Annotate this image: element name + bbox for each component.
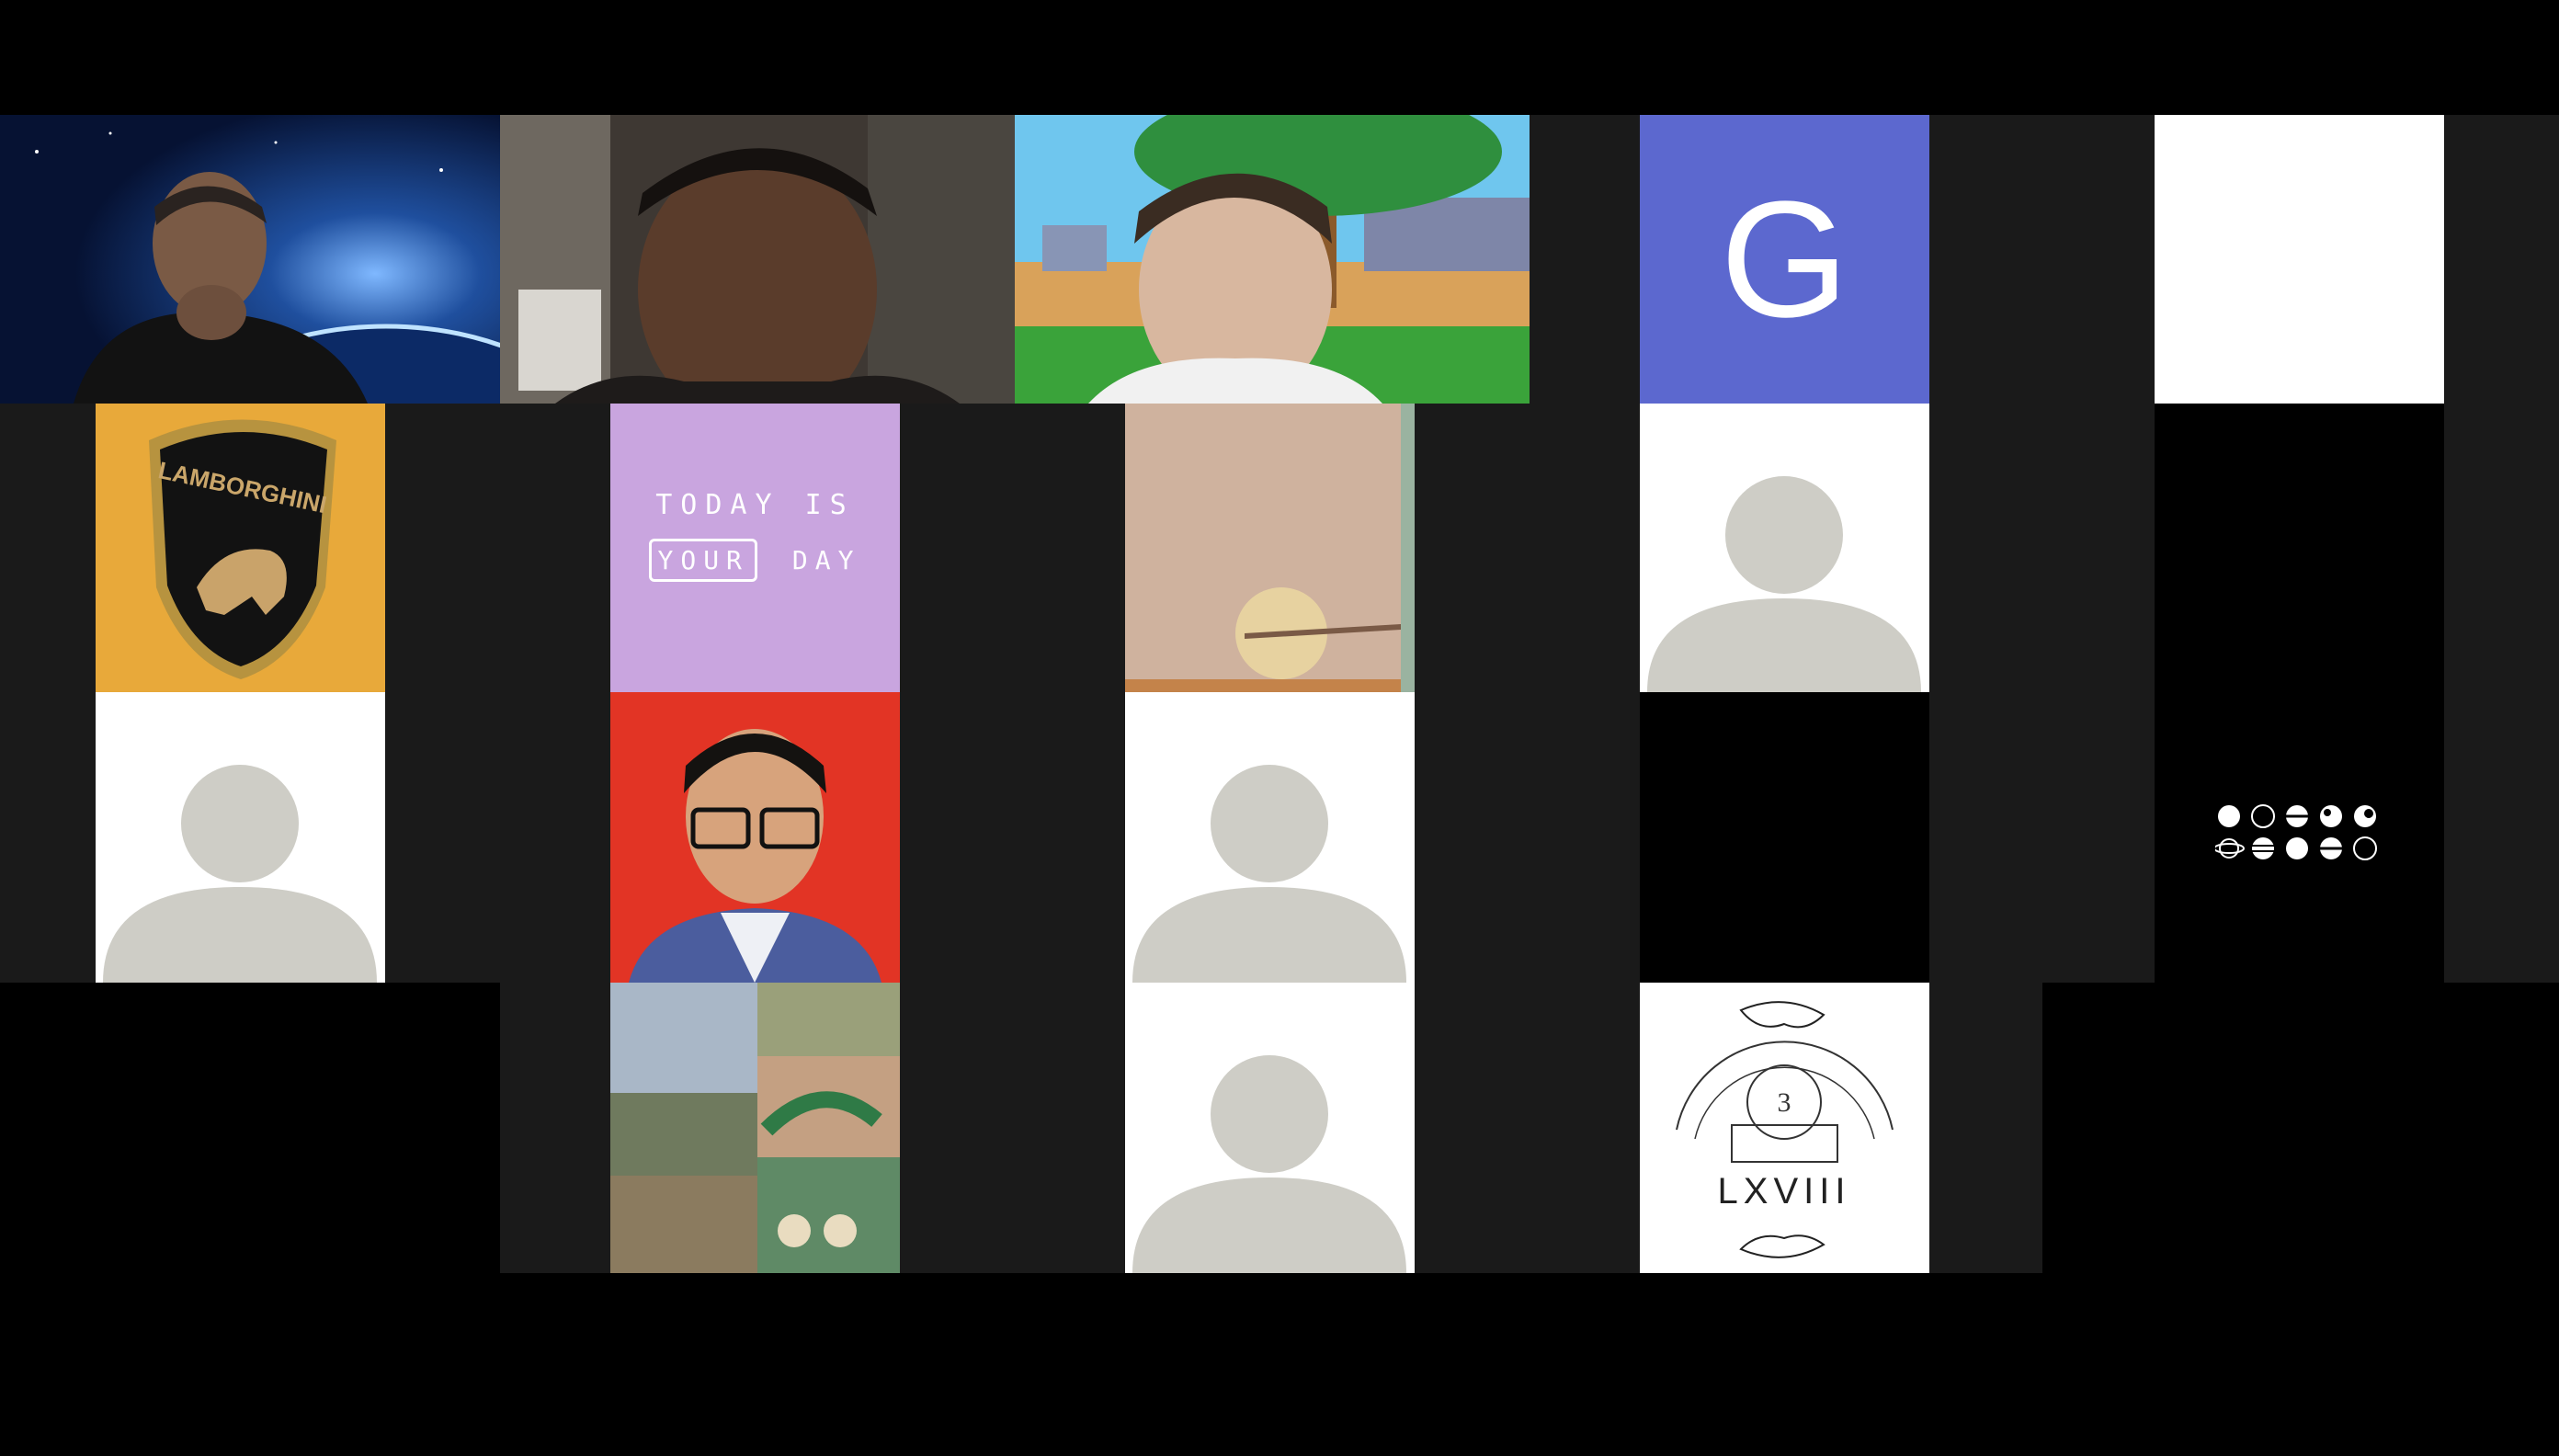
video-tile-cartoon-background[interactable] [1015, 115, 1530, 404]
emblem-number: 3 [1778, 1087, 1791, 1118]
planet-icons [2215, 802, 2390, 867]
collage-photo-tile[interactable] [610, 983, 900, 1273]
lamborghini-logo-tile[interactable]: LAMBORGHINI [96, 404, 385, 692]
avatar-tile-letter[interactable]: G [1640, 115, 1929, 404]
video-off-tile[interactable] [2155, 404, 2444, 983]
sand-photo-tile[interactable] [1125, 404, 1415, 692]
card-line-2-rest: DAY [791, 545, 861, 575]
today-is-your-day-card[interactable]: TODAY IS YOUR DAY [610, 404, 900, 692]
default-avatar-tile[interactable] [96, 692, 385, 983]
default-avatar-tile[interactable] [1640, 404, 1929, 692]
portrait-photo-tile[interactable] [610, 692, 900, 983]
avatar-letter: G [1720, 166, 1849, 352]
blank-white-tile[interactable] [2155, 115, 2444, 404]
video-tile-dark-room[interactable] [500, 115, 1015, 404]
emblem-numeral: LXVIII [1718, 1171, 1851, 1211]
card-line-1: TODAY IS [655, 489, 855, 521]
video-tile-space-background[interactable] [0, 115, 500, 404]
black-tile[interactable] [1640, 692, 1929, 983]
default-avatar-tile[interactable] [1125, 692, 1415, 983]
default-avatar-tile[interactable] [1125, 983, 1415, 1273]
card-boxed-word: YOUR [649, 539, 757, 582]
emblem-tile[interactable]: 3 LXVIII [1640, 983, 1929, 1273]
